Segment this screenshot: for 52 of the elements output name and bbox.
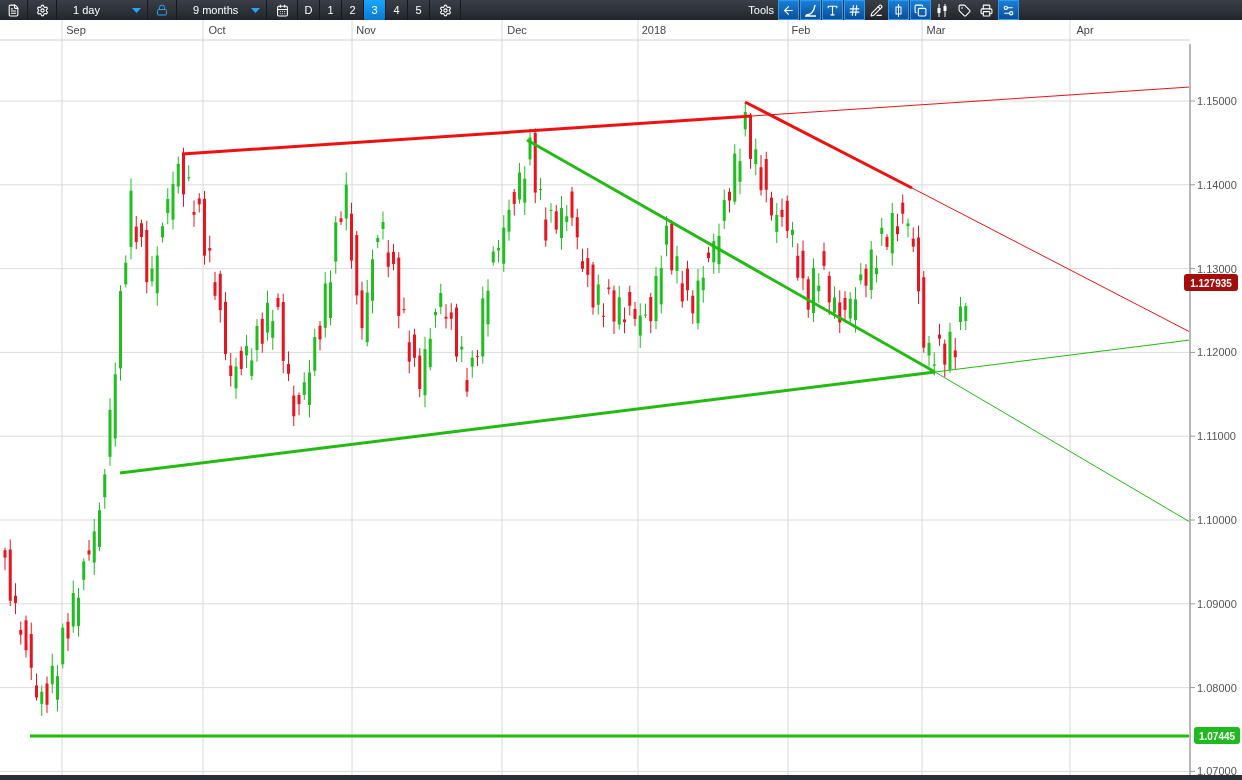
date-axis-label: Mar xyxy=(926,24,946,36)
support-price-badge: 1.07445 xyxy=(1194,727,1240,744)
caret-icon xyxy=(132,7,141,13)
date-axis-label: Dec xyxy=(507,24,527,36)
settings-icon[interactable] xyxy=(438,3,452,17)
date-axis-label: Nov xyxy=(356,24,376,36)
price-axis-label: 1.07000 xyxy=(1197,765,1237,775)
price-axis-label: 1.15000 xyxy=(1197,95,1237,107)
tool-button[interactable] xyxy=(910,0,931,20)
price-axis-label: 1.11000 xyxy=(1197,430,1236,443)
tool-button[interactable] xyxy=(822,0,843,20)
period-button[interactable]: 4 xyxy=(386,0,408,20)
calendar-icon[interactable] xyxy=(275,3,289,17)
tag-icon xyxy=(958,3,971,17)
settings-icon[interactable] xyxy=(35,3,49,17)
period-button[interactable]: 3 xyxy=(364,0,386,20)
tools-label: Tools xyxy=(747,3,775,18)
range-dropdown[interactable]: 9 months xyxy=(177,0,267,20)
date-axis-label: Feb xyxy=(791,24,811,36)
arrow-left-icon xyxy=(782,3,795,17)
date-axis-label: Apr xyxy=(1076,24,1094,36)
candle-icon xyxy=(892,3,905,17)
price-axis-label: 1.12000 xyxy=(1197,346,1237,359)
lock-icon[interactable] xyxy=(156,4,168,16)
date-axis-label: 2018 xyxy=(641,24,667,36)
price-axis-label: 1.13000 xyxy=(1197,262,1237,275)
tool-button[interactable] xyxy=(998,0,1019,20)
tool-button[interactable] xyxy=(800,0,821,20)
windows-icon xyxy=(914,3,927,17)
price-axis-label: 1.14000 xyxy=(1197,178,1237,191)
price-axis-label: 1.10000 xyxy=(1197,514,1237,526)
date-axis-label: Oct xyxy=(208,24,226,36)
candles-icon xyxy=(936,3,949,17)
curve-icon xyxy=(804,3,817,17)
text-icon xyxy=(826,3,839,17)
grid-icon xyxy=(848,3,861,17)
price-axis-label: 1.09000 xyxy=(1197,597,1237,610)
price-axis-label: 1.08000 xyxy=(1197,681,1237,694)
period-button[interactable]: 5 xyxy=(408,0,430,20)
period-button[interactable]: D xyxy=(298,0,320,20)
list-icon[interactable] xyxy=(7,3,20,17)
pencil-icon xyxy=(870,3,883,17)
date-axis-label: Sep xyxy=(66,24,86,36)
caret-icon xyxy=(251,7,260,13)
last-price-badge: 1.127935 xyxy=(1184,274,1238,291)
interval-dropdown[interactable]: 1 day xyxy=(57,0,148,20)
tool-button[interactable] xyxy=(778,0,799,20)
print-icon xyxy=(980,3,993,17)
tool-button[interactable] xyxy=(844,0,865,20)
period-button[interactable]: 1 xyxy=(320,0,342,20)
tool-button[interactable] xyxy=(888,0,909,20)
settings-icon xyxy=(1002,3,1015,17)
